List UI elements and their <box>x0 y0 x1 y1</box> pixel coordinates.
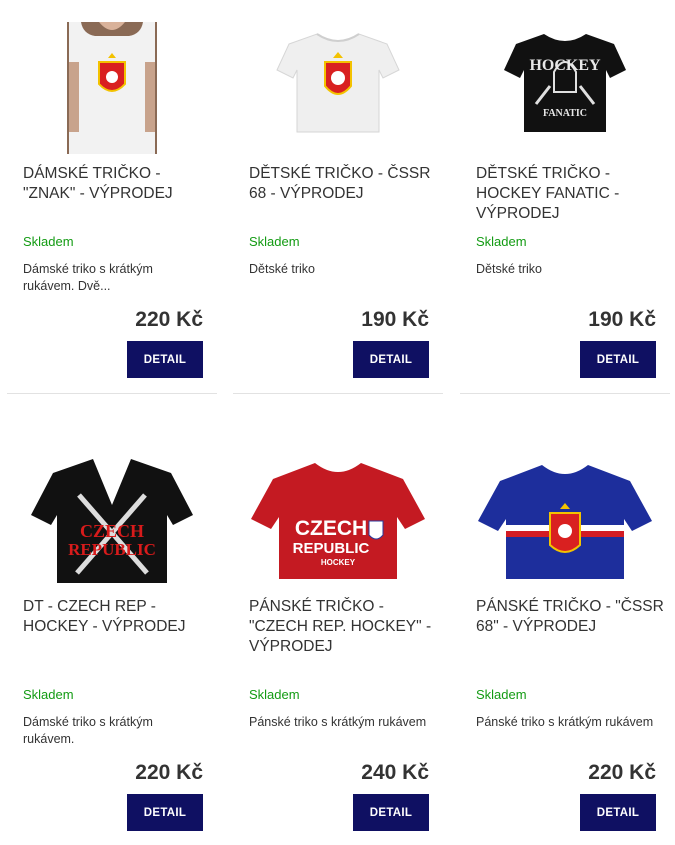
product-image[interactable]: HOCKEY FANATIC <box>476 22 654 154</box>
stock-status: Skladem <box>23 234 74 249</box>
row-divider <box>460 393 670 394</box>
stock-status: Skladem <box>476 234 527 249</box>
row-divider <box>7 393 217 394</box>
detail-button[interactable]: DETAIL <box>353 794 429 831</box>
product-price: 190 Kč <box>361 308 429 331</box>
product-grid: DÁMSKÉ TRIČKO - "ZNAK" - VÝPRODEJ Sklade… <box>0 0 675 845</box>
product-price: 190 Kč <box>588 308 656 331</box>
product-description: Dámské triko s krátkým rukávem. Dvě... <box>23 262 153 293</box>
product-price: 220 Kč <box>588 761 656 784</box>
product-card: DÁMSKÉ TRIČKO - "ZNAK" - VÝPRODEJ Sklade… <box>7 22 219 394</box>
detail-button[interactable]: DETAIL <box>127 341 203 378</box>
product-description: Dámské triko s krátkým rukávem. <box>23 715 153 746</box>
print-text: CZECH <box>295 517 367 540</box>
product-description: Pánské triko s krátkým rukávem <box>249 715 427 729</box>
product-price: 220 Kč <box>135 761 203 784</box>
stock-status: Skladem <box>23 687 74 702</box>
product-description: Dětské triko <box>249 262 315 276</box>
product-name[interactable]: DĚTSKÉ TRIČKO - ČSSR 68 - VÝPRODEJ <box>249 164 439 204</box>
product-image[interactable] <box>476 455 654 587</box>
product-card: CZECH REPUBLIC HOCKEY PÁNSKÉ TRIČKO - "C… <box>233 455 445 835</box>
product-card: HOCKEY FANATIC DĚTSKÉ TRIČKO - HOCKEY FA… <box>460 22 672 394</box>
detail-button[interactable]: DETAIL <box>353 341 429 378</box>
product-price: 220 Kč <box>135 308 203 331</box>
detail-button[interactable]: DETAIL <box>580 794 656 831</box>
product-name[interactable]: DT - CZECH REP - HOCKEY - VÝPRODEJ <box>23 597 213 637</box>
product-name[interactable]: DĚTSKÉ TRIČKO - HOCKEY FANATIC - VÝPRODE… <box>476 164 666 224</box>
print-text: REPUBLIC <box>293 540 370 557</box>
product-name[interactable]: DÁMSKÉ TRIČKO - "ZNAK" - VÝPRODEJ <box>23 164 213 204</box>
print-text: HOCKEY <box>529 57 601 74</box>
product-description: Pánské triko s krátkým rukávem <box>476 715 654 729</box>
product-card: CZECH REPUBLIC DT - CZECH REP - HOCKEY -… <box>7 455 219 835</box>
row-divider <box>233 393 443 394</box>
product-name[interactable]: PÁNSKÉ TRIČKO - "CZECH REP. HOCKEY" - VÝ… <box>249 597 439 657</box>
product-name[interactable]: PÁNSKÉ TRIČKO - "ČSSR 68" - VÝPRODEJ <box>476 597 666 637</box>
product-card: PÁNSKÉ TRIČKO - "ČSSR 68" - VÝPRODEJ Skl… <box>460 455 672 835</box>
detail-button[interactable]: DETAIL <box>580 341 656 378</box>
stock-status: Skladem <box>249 234 300 249</box>
product-image[interactable] <box>23 22 201 154</box>
product-card: DĚTSKÉ TRIČKO - ČSSR 68 - VÝPRODEJ Sklad… <box>233 22 445 394</box>
product-image[interactable] <box>249 22 427 154</box>
product-description: Dětské triko <box>476 262 542 276</box>
product-image[interactable]: CZECH REPUBLIC <box>23 455 201 587</box>
product-price: 240 Kč <box>361 761 429 784</box>
print-text: REPUBLIC <box>68 540 156 559</box>
print-text: CZECH <box>80 521 144 541</box>
product-image[interactable]: CZECH REPUBLIC HOCKEY <box>249 455 427 587</box>
print-text: HOCKEY <box>321 558 356 567</box>
detail-button[interactable]: DETAIL <box>127 794 203 831</box>
stock-status: Skladem <box>249 687 300 702</box>
stock-status: Skladem <box>476 687 527 702</box>
print-text: FANATIC <box>543 108 587 119</box>
